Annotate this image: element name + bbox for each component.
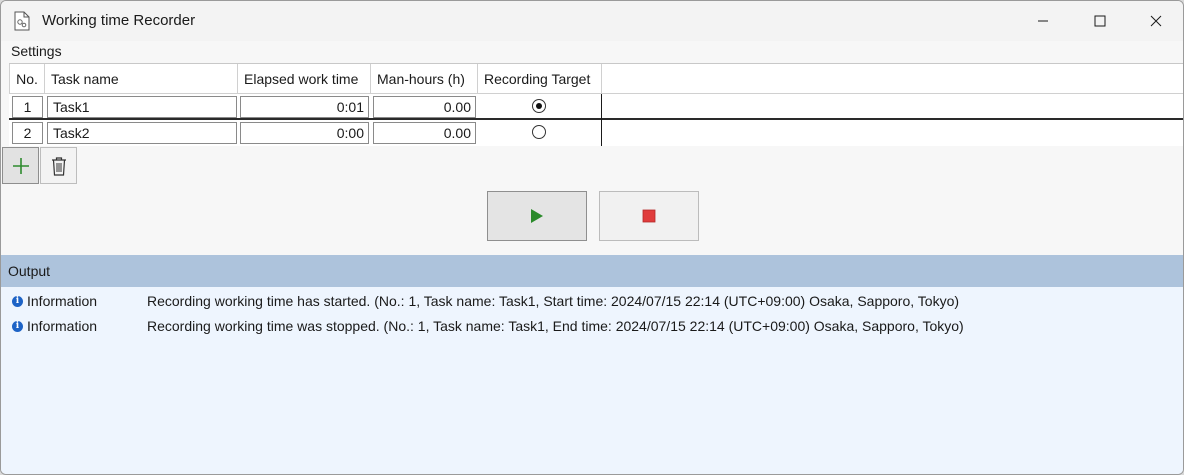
column-header-recording-target[interactable]: Recording Target xyxy=(478,64,602,94)
window-title: Working time Recorder xyxy=(42,12,196,29)
column-divider xyxy=(601,94,602,120)
task-name-cell[interactable]: Task1 xyxy=(47,96,237,118)
output-title: Output xyxy=(8,263,51,279)
column-header-task-name[interactable]: Task name xyxy=(45,64,238,94)
column-divider xyxy=(601,120,602,146)
grid-header: No. Task name Elapsed work time Man-hour… xyxy=(9,64,1183,94)
stop-recording-button[interactable] xyxy=(599,191,699,241)
minimize-button[interactable] xyxy=(1020,1,1066,41)
column-header-elapsed[interactable]: Elapsed work time xyxy=(238,64,371,94)
recording-target-radio[interactable] xyxy=(532,125,546,139)
trash-icon xyxy=(51,156,66,176)
information-icon: i xyxy=(12,296,23,307)
log-entry[interactable]: i Information Recording working time has… xyxy=(1,293,1183,315)
app-icon xyxy=(14,11,30,31)
maximize-button[interactable] xyxy=(1077,1,1123,41)
delete-task-button[interactable] xyxy=(40,147,77,184)
column-header-no[interactable]: No. xyxy=(9,64,45,94)
minimize-icon xyxy=(1038,20,1048,22)
app-window: Working time Recorder Settings No. Task … xyxy=(0,0,1184,475)
elapsed-time-cell: 0:01 xyxy=(240,96,369,118)
plus-icon xyxy=(12,157,29,174)
row-number-cell: 2 xyxy=(12,122,43,144)
log-level: Information xyxy=(27,318,98,334)
row-number-cell: 1 xyxy=(12,96,43,118)
log-entry[interactable]: i Information Recording working time was… xyxy=(1,318,1183,340)
log-message: Recording working time has started. (No.… xyxy=(147,293,960,309)
elapsed-time-cell: 0:00 xyxy=(240,122,369,144)
table-row[interactable]: 2 Task2 0:00 0.00 xyxy=(9,120,1183,146)
stop-icon xyxy=(642,209,656,223)
task-grid: No. Task name Elapsed work time Man-hour… xyxy=(9,63,1183,146)
man-hours-cell: 0.00 xyxy=(373,96,476,118)
play-icon xyxy=(531,209,543,223)
start-recording-button[interactable] xyxy=(487,191,587,241)
output-log[interactable]: i Information Recording working time has… xyxy=(1,287,1183,474)
information-icon: i xyxy=(12,321,23,332)
close-button[interactable] xyxy=(1133,1,1179,41)
recording-target-radio[interactable] xyxy=(532,99,546,113)
add-task-button[interactable] xyxy=(2,147,39,184)
column-header-man-hours[interactable]: Man-hours (h) xyxy=(371,64,478,94)
task-name-cell[interactable]: Task2 xyxy=(47,122,237,144)
log-message: Recording working time was stopped. (No.… xyxy=(147,318,964,334)
log-level: Information xyxy=(27,293,98,309)
table-row[interactable]: 1 Task1 0:01 0.00 xyxy=(9,94,1183,120)
man-hours-cell: 0.00 xyxy=(373,122,476,144)
maximize-icon xyxy=(1094,15,1106,27)
close-icon xyxy=(1150,15,1162,27)
settings-label: Settings xyxy=(11,43,62,59)
title-bar[interactable]: Working time Recorder xyxy=(1,1,1183,41)
output-panel-header: Output xyxy=(1,255,1183,287)
